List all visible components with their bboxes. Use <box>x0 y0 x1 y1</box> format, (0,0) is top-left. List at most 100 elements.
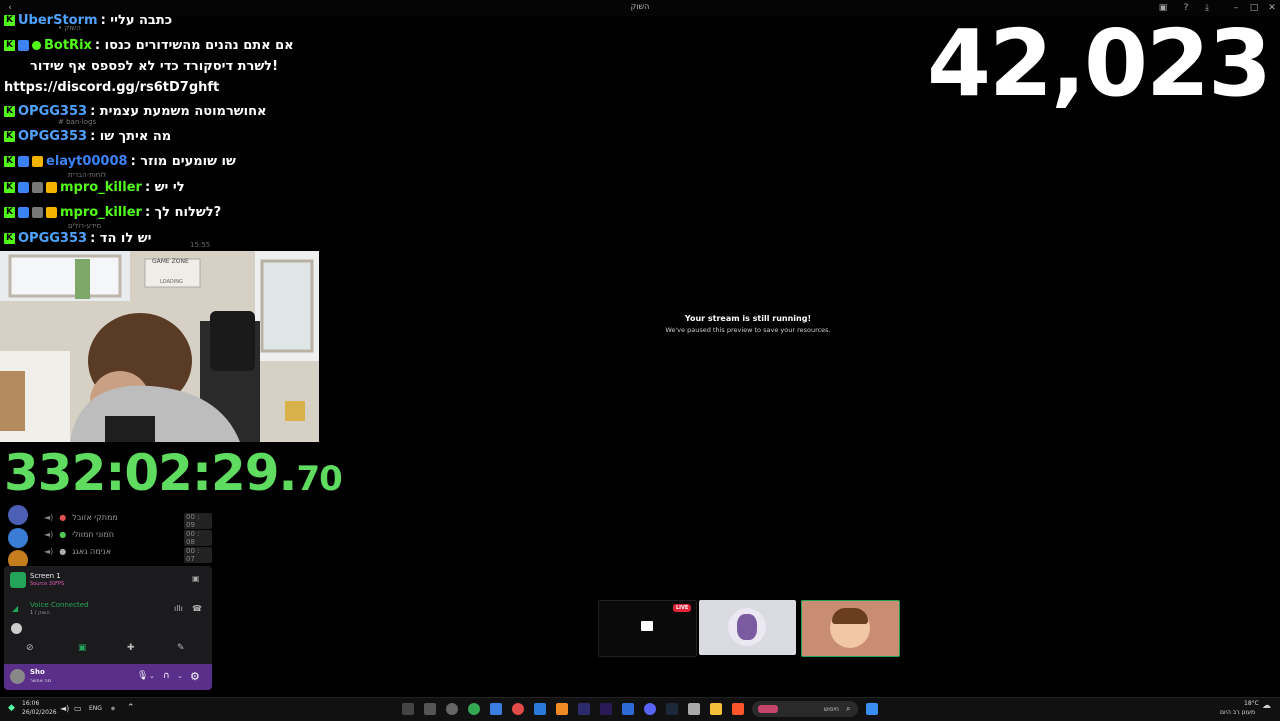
chat-username: mpro_killer <box>60 204 142 220</box>
weather-desc[interactable]: מעונן רב היום <box>1220 709 1255 716</box>
screen-icon[interactable]: ▣ <box>78 643 87 653</box>
gear-icon[interactable]: ⚙ <box>190 670 200 683</box>
screen-icon <box>641 621 653 631</box>
mod-badge-icon <box>18 206 29 218</box>
status-icon: ● <box>59 512 67 522</box>
avatar[interactable] <box>11 623 22 634</box>
timer-main: 332:02:29. <box>4 444 298 502</box>
search-input[interactable]: חיפוש ⌕ <box>752 701 858 717</box>
kick-badge-icon: K <box>4 155 15 167</box>
participant-tile[interactable] <box>801 600 900 657</box>
language-indicator[interactable]: ENG <box>89 705 102 712</box>
clock-time[interactable]: 16:06 <box>22 700 39 707</box>
voice-channel[interactable]: השוק / 1 <box>30 610 50 616</box>
chat-message: לשרת דיסקורד כדי לא לפספס אף שידור! <box>30 55 278 77</box>
chevron-down-icon[interactable]: ⌄ <box>177 672 183 680</box>
cloud-icon: ☁ <box>1262 701 1271 711</box>
sub-badge-icon <box>32 181 43 193</box>
app-icon[interactable] <box>424 703 436 715</box>
voice-user[interactable]: ◄) ● ממתקי אזובל <box>44 510 118 524</box>
app-icon[interactable] <box>446 703 458 715</box>
avatar[interactable] <box>8 505 28 525</box>
search-highlight-icon <box>758 705 778 713</box>
status-icon: ● <box>59 529 67 539</box>
chat-text: : לשלוח לך? <box>144 204 222 220</box>
kick-badge-icon: K <box>4 232 15 244</box>
premiere-icon[interactable] <box>600 703 612 715</box>
sub-badge-icon <box>32 206 43 218</box>
mod-badge-icon <box>18 39 29 51</box>
store-icon[interactable] <box>688 703 700 715</box>
chat-link[interactable]: https://discord.gg/rs6tD7ghft <box>4 80 219 95</box>
chevron-down-icon[interactable]: ⌄ <box>149 672 155 680</box>
chat-overlay: K UberStorm : כתבה עליי K BotRix : אם את… <box>0 12 320 252</box>
voice-user-name: ממתקי אזובל <box>72 512 118 522</box>
chat-text: : לי יש <box>144 179 185 195</box>
headphones-icon[interactable]: ∩ <box>163 671 170 681</box>
participant-tile[interactable] <box>699 600 796 655</box>
clock-date[interactable]: 26/02/2026 <box>22 709 57 716</box>
volume-icon[interactable]: ◄) <box>60 704 69 713</box>
noise-icon[interactable]: ıllı <box>174 604 183 613</box>
avatar-hair <box>832 608 868 624</box>
app-icon[interactable] <box>402 703 414 715</box>
brave-icon[interactable] <box>732 703 744 715</box>
avatar[interactable] <box>8 528 28 548</box>
sign-text: GAME ZONE <box>152 258 189 265</box>
voice-user-time: 00 : 08 <box>184 530 212 546</box>
weather-temp[interactable]: 18°C <box>1244 700 1259 707</box>
chat-message: K OPGG353 : יש לו הד <box>4 227 151 249</box>
taskbar: ◆ 16:06 26/02/2026 ◄) ▭ ENG ⏺ ⌃ חיפוש ⌕ … <box>0 697 1280 721</box>
stream-thumbnail[interactable]: LIVE <box>598 600 697 657</box>
monitor-icon[interactable]: ▭ <box>74 704 82 713</box>
app-icon[interactable] <box>556 703 568 715</box>
chat-text: : כתבה עליי <box>100 12 173 28</box>
folder-icon[interactable] <box>710 703 722 715</box>
avatar-figure <box>737 614 757 640</box>
chat-message: K OPGG353 : מה איתך שו <box>4 125 171 147</box>
chat-username: OPGG353 <box>18 128 88 144</box>
voice-user[interactable]: ◄) ● אנימה גאגג <box>44 544 111 558</box>
chat-username: elayt00008 <box>46 153 128 169</box>
screen-share-icon <box>10 572 26 588</box>
start-icon[interactable] <box>866 703 878 715</box>
mic-icon[interactable]: ⏺ <box>111 704 115 714</box>
app-icon[interactable] <box>490 703 502 715</box>
speaker-icon: ◄) <box>44 512 54 522</box>
camera-off-icon[interactable]: ⊘ <box>26 643 34 653</box>
avatar[interactable] <box>10 669 25 684</box>
paused-message: Your stream is still running! We've paus… <box>600 314 896 334</box>
chat-username: UberStorm <box>18 12 98 28</box>
widget-icon[interactable]: ◆ <box>8 703 15 713</box>
steam-icon[interactable] <box>666 703 678 715</box>
voice-user[interactable]: ◄) ● חמוני חמוולי <box>44 527 114 541</box>
sign-subtext: LOADING <box>160 279 183 285</box>
chat-text: : יש לו הד <box>90 230 152 246</box>
chevron-up-icon[interactable]: ⌃ <box>127 703 135 713</box>
app-icon[interactable] <box>534 703 546 715</box>
crown-badge-icon <box>32 155 43 167</box>
after-effects-icon[interactable] <box>578 703 590 715</box>
kick-badge-icon: K <box>4 105 15 117</box>
chat-username: OPGG353 <box>18 103 88 119</box>
stop-stream-icon[interactable]: ▣ <box>192 574 200 583</box>
stream-title: Screen 1 <box>30 572 61 580</box>
activities-icon[interactable]: ✚ <box>127 643 135 653</box>
stream-timer: 332:02:29.70 <box>4 448 343 498</box>
voice-user-time: 00 : 07 <box>184 547 212 563</box>
chat-message: K UberStorm : כתבה עליי <box>4 9 172 31</box>
chat-message: K mpro_killer : לי יש <box>4 176 185 198</box>
disconnect-icon[interactable]: ☎ <box>192 604 202 613</box>
soundboard-icon[interactable]: ✎ <box>177 643 185 653</box>
chat-message: K elayt00008 : שו שומעים מוזר <box>4 150 236 172</box>
chrome-icon[interactable] <box>468 703 480 715</box>
kick-badge-icon: K <box>4 130 15 142</box>
photoshop-icon[interactable] <box>622 703 634 715</box>
mod-badge-icon <box>18 181 29 193</box>
search-placeholder: חיפוש <box>824 706 839 713</box>
app-icon[interactable] <box>512 703 524 715</box>
chat-text: : אם אתם נהנים מהשידורים כנסו <box>94 37 294 53</box>
mic-icon[interactable]: 🎙 <box>137 671 148 681</box>
discord-icon[interactable] <box>644 703 656 715</box>
live-badge: LIVE <box>673 604 692 612</box>
